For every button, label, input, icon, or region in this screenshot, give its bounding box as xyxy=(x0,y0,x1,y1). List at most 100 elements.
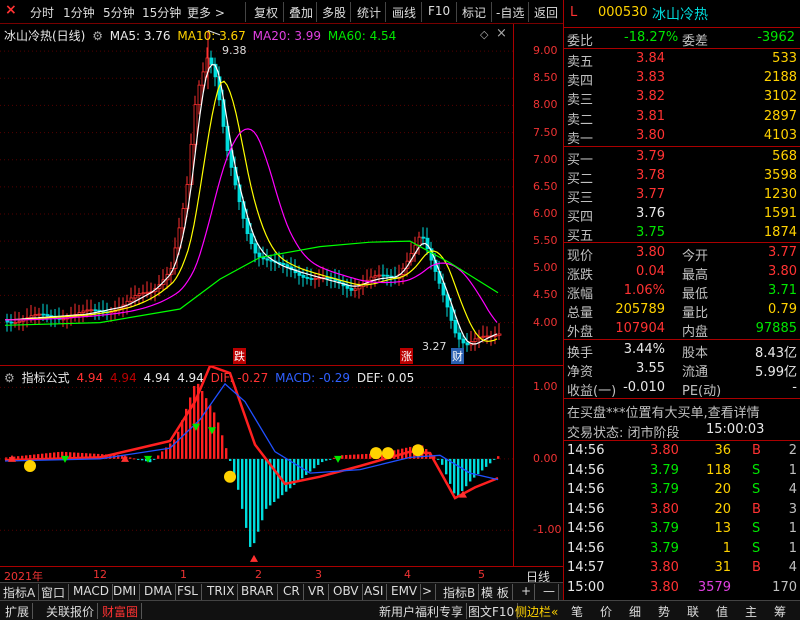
multi-stock-button[interactable]: 多股 xyxy=(322,4,346,21)
remove-watchlist-button[interactable]: -自选 xyxy=(496,4,524,21)
bid-volume: 1591 xyxy=(763,206,797,221)
tick-price: 3.79 xyxy=(650,482,679,497)
sell-arrow-icon xyxy=(334,455,342,463)
tab-trades[interactable]: 笔 xyxy=(571,603,583,620)
tab-price[interactable]: 价 xyxy=(600,603,612,620)
macd-bar xyxy=(249,458,252,547)
candle-body xyxy=(481,335,486,338)
candle-body xyxy=(353,288,358,291)
tab-indicator-b[interactable]: 指标B xyxy=(440,584,480,600)
mark-button[interactable]: 标记 xyxy=(462,4,486,21)
tab-5min[interactable]: 5分钟 xyxy=(103,4,135,21)
finance-tag[interactable]: 财 xyxy=(451,348,464,364)
statistics-button[interactable]: 统计 xyxy=(357,4,381,21)
macd-bar xyxy=(353,454,356,459)
y-tick-label: 7.00 xyxy=(533,152,558,166)
indicator-chart[interactable]: ⚙ 指标公式 4.94 4.94 4.94 4.94 DIF: -0.27 MA… xyxy=(0,366,563,566)
tab-main-force[interactable]: 主 xyxy=(745,603,757,620)
tab-1min[interactable]: 1分钟 xyxy=(63,4,95,21)
bid-row: 买三 3.77 1230 xyxy=(567,187,797,206)
candle-body xyxy=(377,274,382,277)
big-order-notice[interactable]: 在买盘***位置有大买单,查看详情 xyxy=(564,401,800,421)
tab-brar[interactable]: BRAR xyxy=(238,584,278,600)
candle-body xyxy=(209,57,214,65)
candle-body xyxy=(313,277,318,280)
tab-fsl[interactable]: FSL xyxy=(174,584,202,600)
tab-trix[interactable]: TRIX xyxy=(204,584,239,600)
back-button[interactable]: 返回 xyxy=(534,4,558,21)
ma10-line xyxy=(5,80,498,342)
y-tick-label: 1.00 xyxy=(533,380,558,394)
tab-chips[interactable]: 筹 xyxy=(774,603,786,620)
tab-template[interactable]: 模 板 xyxy=(478,584,513,600)
macd-bar xyxy=(257,458,260,532)
news-tag[interactable]: 涨 xyxy=(400,348,413,364)
f10-graphic-button[interactable]: 图文F10 xyxy=(465,603,519,619)
candle-body xyxy=(61,318,66,321)
close-icon[interactable]: × xyxy=(5,2,17,18)
indicator-tabs: 指标A 窗口 MACD DMI DMA FSL TRIX BRAR CR VR … xyxy=(0,582,563,600)
tab-detail[interactable]: 细 xyxy=(629,603,641,620)
tick-time: 14:56 xyxy=(567,501,605,517)
draw-line-button[interactable]: 画线 xyxy=(392,4,416,21)
overlay-button[interactable]: 叠加 xyxy=(289,4,313,21)
tab-wealth-circle[interactable]: 财富圈 xyxy=(99,603,143,619)
ma5-line xyxy=(4,63,498,345)
f10-button[interactable]: F10 xyxy=(428,4,450,18)
kline-chart[interactable]: 冰山冷热(日线) ⚙ MA5: 3.76 MA10: 3.67 MA20: 3.… xyxy=(0,24,563,366)
tick-time: 14:56 xyxy=(567,482,605,497)
candle-body xyxy=(357,286,362,290)
minimize-button[interactable]: — xyxy=(540,584,559,600)
tab-obv[interactable]: OBV xyxy=(330,584,363,600)
tab-linked[interactable]: 联 xyxy=(687,603,699,620)
smiley-icon xyxy=(370,447,382,460)
macd-bar xyxy=(213,412,216,459)
y-tick-label: 4.00 xyxy=(533,315,558,329)
macd-bar xyxy=(341,455,344,459)
ask-volume: 533 xyxy=(772,51,797,66)
detail-tabs: 笔 价 细 势 联 值 主 筹 xyxy=(563,600,800,620)
tabs-scroll-right[interactable]: > xyxy=(419,584,437,600)
tab-dmi[interactable]: DMI xyxy=(110,584,141,600)
indicator-plot xyxy=(0,366,514,562)
indicator-title: 指标公式 xyxy=(21,371,70,385)
macd-bar xyxy=(233,458,236,474)
bid-row: 买五 3.75 1874 xyxy=(567,225,797,244)
tab-15min[interactable]: 15分钟 xyxy=(142,4,181,21)
stock-flag: L xyxy=(570,5,578,20)
tab-extend[interactable]: 扩展 xyxy=(2,603,34,619)
tab-dma[interactable]: DMA xyxy=(141,584,176,600)
tick-volume: 31 xyxy=(714,560,731,575)
tab-vr[interactable]: VR xyxy=(305,584,329,600)
macd-bar xyxy=(273,458,276,502)
tab-value[interactable]: 值 xyxy=(716,603,728,620)
tab-cr[interactable]: CR xyxy=(280,584,304,600)
tab-intraday[interactable]: 分时 xyxy=(30,4,54,21)
fund-row: 换手 3.44% 股本 8.43亿 xyxy=(567,342,797,361)
diamond-icon[interactable]: ◇ xyxy=(480,28,488,41)
tick-row: 14:56 3.79 20 S 4 xyxy=(564,481,800,500)
close-icon[interactable]: × xyxy=(496,26,507,41)
tab-related-quotes[interactable]: 关联报价 xyxy=(43,603,99,619)
tab-emv[interactable]: EMV xyxy=(388,584,422,600)
bid-price: 3.76 xyxy=(636,206,665,221)
macd-bar xyxy=(485,458,488,467)
macd-bar xyxy=(441,458,444,465)
macd-bar xyxy=(229,458,232,461)
news-tag[interactable]: 跌 xyxy=(233,348,246,364)
tick-price: 3.80 xyxy=(650,560,679,575)
tick-price: 3.79 xyxy=(650,540,679,556)
tab-indicator-a[interactable]: 指标A xyxy=(0,584,40,600)
new-user-benefit-link[interactable]: 新用户福利专享 xyxy=(376,603,468,619)
tab-macd[interactable]: MACD xyxy=(70,584,113,600)
tab-window[interactable]: 窗口 xyxy=(38,584,70,600)
restore-rights-button[interactable]: 复权 xyxy=(254,4,278,21)
add-button[interactable]: + xyxy=(518,584,536,600)
tab-asi[interactable]: ASI xyxy=(361,584,388,600)
candle-body xyxy=(297,272,302,276)
y-tick-label: 5.00 xyxy=(533,261,558,275)
tab-more[interactable]: 更多 > xyxy=(187,4,225,21)
macd-bar xyxy=(205,398,208,459)
tab-trend[interactable]: 势 xyxy=(658,603,670,620)
sidebar-toggle-button[interactable]: 侧边栏« xyxy=(512,603,561,619)
